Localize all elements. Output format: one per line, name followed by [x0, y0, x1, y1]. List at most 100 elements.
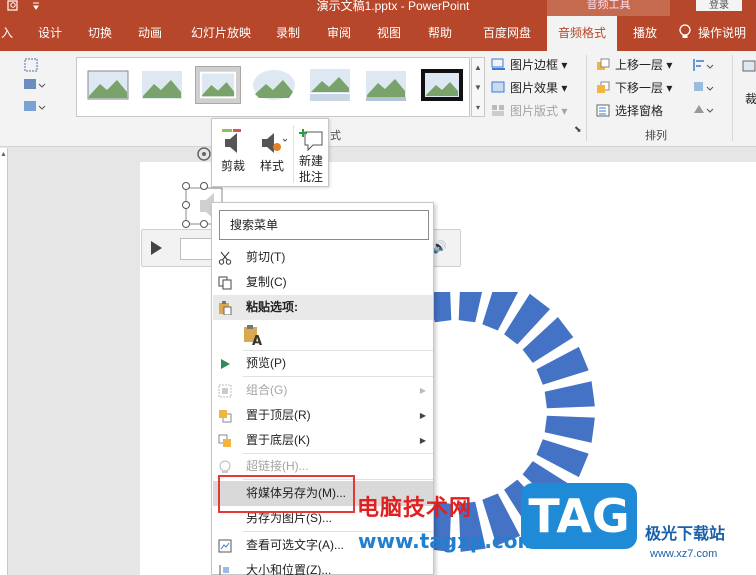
chevron-right-icon: ▶: [419, 386, 426, 395]
style-thumb-1[interactable]: [85, 66, 131, 104]
menu-item-bring-to-front[interactable]: 置于顶层(R) ▶: [213, 403, 433, 428]
picture-effects-icon: [491, 81, 505, 93]
tab-review[interactable]: 审阅: [319, 16, 359, 51]
tab-tell-me[interactable]: 操作说明: [678, 16, 756, 51]
tab-transitions[interactable]: 切换: [80, 16, 120, 51]
slide-thumbnail-pane[interactable]: ▲: [0, 148, 8, 575]
selection-pane-button[interactable]: 选择窗格: [596, 101, 663, 121]
play-icon: [221, 359, 230, 369]
highlight-box: [218, 475, 355, 513]
dialog-launcher-icon[interactable]: ⬊: [574, 124, 582, 135]
crop-label[interactable]: 裁: [745, 89, 756, 109]
chevron-right-icon: ▶: [419, 436, 426, 445]
comment-icon: [299, 129, 323, 152]
svg-text:A: A: [252, 334, 262, 346]
styles-group-label: 式: [330, 130, 341, 142]
style-thumb-7[interactable]: [419, 66, 465, 104]
tab-help[interactable]: 帮助: [420, 16, 460, 51]
resize-handle[interactable]: [182, 201, 190, 209]
donut-segment: [544, 381, 595, 409]
watermark-site-url: www.xz7.com: [650, 548, 718, 560]
watermark-text: 电脑技术网: [357, 495, 473, 520]
arrange-group-label: 排列: [645, 130, 667, 142]
bring-forward-icon: [597, 58, 610, 70]
menu-separator: [243, 376, 433, 377]
copy-icon: [218, 276, 232, 290]
tab-view[interactable]: 视图: [369, 16, 409, 51]
scroll-up-icon[interactable]: ▲: [0, 151, 7, 158]
selection-pane-icon: [596, 104, 610, 117]
resize-handle[interactable]: [200, 220, 208, 228]
picture-layout-button[interactable]: 图片版式 ▾: [491, 101, 567, 121]
resize-handle[interactable]: [182, 182, 190, 190]
tab-slideshow[interactable]: 幻灯片放映: [184, 16, 258, 51]
volume-icon[interactable]: 🔊: [432, 240, 447, 254]
alt-text-icon: [218, 539, 232, 553]
new-comment-button[interactable]: 新建 批注: [294, 125, 328, 185]
ribbon-tabs: 入 设计 切换 动画 幻灯片放映 录制 审阅 视图 帮助 百度网盘 音频格式 播…: [0, 16, 756, 51]
donut-segment: [544, 415, 595, 443]
menu-item-preview[interactable]: 预览(P): [213, 351, 433, 376]
tab-record[interactable]: 录制: [268, 16, 308, 51]
menu-item-cut[interactable]: 剪切(T): [213, 245, 433, 270]
tab-audio-format[interactable]: 音频格式: [547, 16, 617, 51]
picture-effects-button[interactable]: 图片效果 ▾: [491, 78, 567, 98]
chevron-down-icon[interactable]: ▼: [472, 78, 484, 98]
style-thumb-3[interactable]: [195, 66, 241, 104]
picture-layout-icon: [492, 105, 504, 116]
watermark-tag-logo: TAG: [521, 483, 637, 549]
title-bar: 演示文稿1.pptx - PowerPoint 音频工具 登录: [0, 0, 756, 16]
gallery-scroll[interactable]: ▲ ▼ ▾: [471, 57, 485, 117]
login-button[interactable]: 登录: [696, 0, 742, 11]
link-icon: [219, 460, 231, 473]
chevron-right-icon: ▶: [419, 411, 426, 420]
size-position-icon: [219, 565, 229, 575]
menu-item-copy[interactable]: 复制(C): [213, 270, 433, 295]
clipboard-icon: [219, 301, 232, 315]
ribbon: ▲ ▼ ▾ 图片边框 ▾ 图片效果 ▾ 图片版式 ▾ 式 ⬊ 上移一层 ▾ 下移…: [0, 51, 756, 147]
tab-design[interactable]: 设计: [30, 16, 70, 51]
watermark-site-name: 极光下载站: [645, 526, 726, 543]
mini-toolbar: 剪裁 样式 新建 批注: [211, 118, 329, 187]
crop-icon[interactable]: [742, 59, 756, 75]
crop-button[interactable]: 剪裁: [215, 125, 251, 185]
resize-handle[interactable]: [182, 220, 190, 228]
menu-item-send-to-back[interactable]: 置于底层(K) ▶: [213, 428, 433, 453]
style-thumb-5[interactable]: [307, 66, 353, 104]
style-thumb-4[interactable]: [251, 66, 297, 104]
audio-timeline[interactable]: [180, 238, 214, 260]
more-icon[interactable]: ▾: [472, 98, 484, 118]
bring-forward-button[interactable]: 上移一层 ▾: [596, 55, 672, 75]
align-group-icons[interactable]: [692, 57, 718, 119]
menu-item-group[interactable]: 组合(G) ▶: [213, 378, 433, 403]
tell-me-label: 操作说明: [698, 26, 747, 40]
separator: [586, 55, 587, 141]
chevron-up-icon[interactable]: ▲: [472, 58, 484, 78]
send-backward-button[interactable]: 下移一层 ▾: [596, 78, 672, 98]
crop-audio-icon: [222, 129, 241, 153]
style-thumb-6[interactable]: [363, 66, 409, 104]
picture-border-button[interactable]: 图片边框 ▾: [491, 55, 567, 75]
search-menu-input[interactable]: 搜索菜单: [219, 210, 429, 240]
watermark-url: www.tagxp.com: [358, 529, 539, 553]
context-group-label: 音频工具: [547, 0, 670, 16]
adjust-group-icons[interactable]: [22, 57, 52, 121]
tab-playback[interactable]: 播放: [625, 16, 665, 51]
menu-item-size-position[interactable]: 大小和位置(Z)...: [213, 558, 433, 575]
donut-segment: [458, 292, 483, 323]
audio-style-icon: [262, 133, 288, 153]
picture-styles-gallery[interactable]: [76, 57, 470, 117]
menu-header-paste-options: 粘贴选项:: [213, 295, 433, 320]
style-thumb-2[interactable]: [139, 66, 185, 104]
picture-border-icon: [491, 58, 505, 70]
resize-handle[interactable]: [200, 182, 208, 190]
tab-insert[interactable]: 入: [0, 16, 14, 51]
play-icon[interactable]: [151, 241, 162, 255]
tab-baidu-netdisk[interactable]: 百度网盘: [474, 16, 540, 51]
rotate-handle-icon[interactable]: [196, 146, 212, 162]
tab-animations[interactable]: 动画: [130, 16, 170, 51]
style-button[interactable]: 样式: [254, 125, 290, 185]
paste-keep-text-icon[interactable]: A: [242, 324, 264, 346]
group-icon: [218, 384, 232, 398]
lightbulb-icon: [679, 24, 691, 38]
